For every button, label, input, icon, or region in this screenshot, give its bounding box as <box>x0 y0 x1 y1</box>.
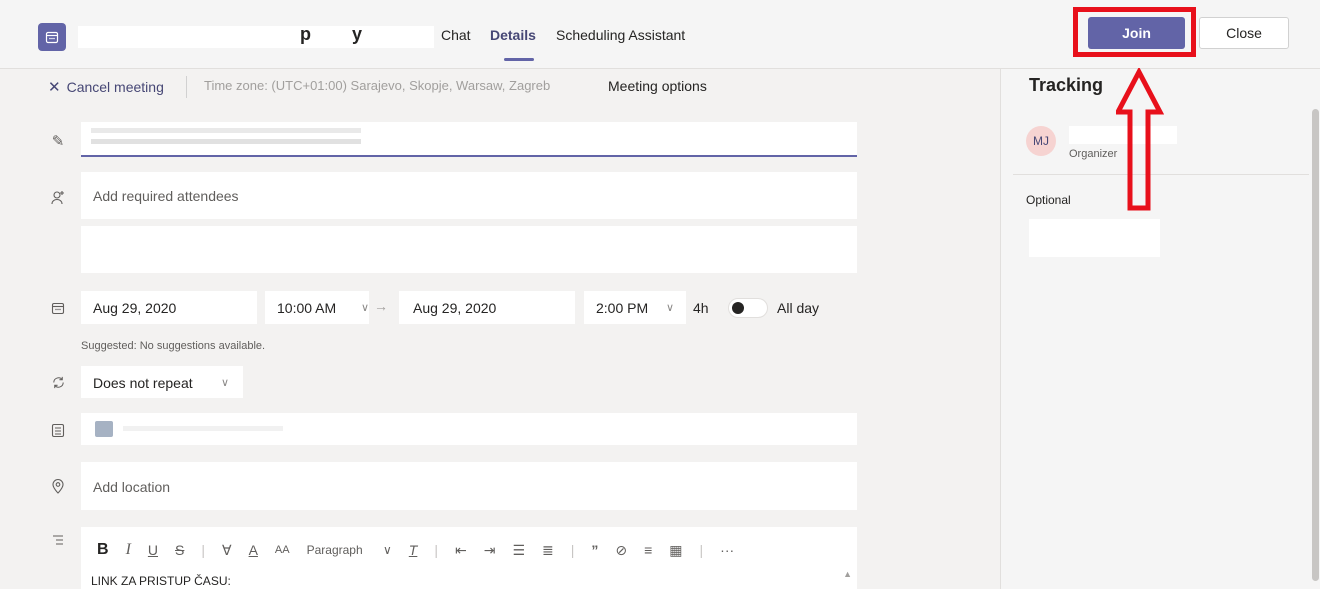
add-person-icon <box>48 188 68 208</box>
avatar[interactable]: MJ <box>1026 126 1056 156</box>
align-icon[interactable]: ≡ <box>644 542 652 558</box>
quote-icon[interactable]: ” <box>591 542 598 558</box>
bold-icon[interactable]: B <box>97 541 109 559</box>
underline-icon[interactable]: U <box>148 542 158 558</box>
scroll-up-icon[interactable]: ▲ <box>843 569 852 579</box>
optional-attendee-redacted <box>1029 219 1160 257</box>
calendar-icon <box>38 23 66 51</box>
repeat-value: Does not repeat <box>93 375 193 391</box>
duration-label: 4h <box>693 300 709 316</box>
end-time-picker[interactable]: 2:00 PM ∨ <box>584 291 686 324</box>
description-text: LINK ZA PRISTUP ČASU: <box>91 574 231 588</box>
end-time: 2:00 PM <box>596 300 649 316</box>
indent-icon[interactable]: ⇥ <box>484 542 496 559</box>
pencil-icon: ✎ <box>51 133 65 150</box>
start-date-picker[interactable]: Aug 29, 2020 <box>81 291 257 324</box>
annotation-arrow <box>1116 68 1164 211</box>
attendees-placeholder: Add required attendees <box>93 188 239 204</box>
cancel-meeting-button[interactable]: ✕ Cancel meeting <box>48 78 164 96</box>
description-icon <box>48 530 68 550</box>
title-redacted-line <box>91 139 361 144</box>
channel-redacted-line <box>123 426 283 431</box>
repeat-icon <box>48 372 68 392</box>
optional-label: Optional <box>1026 193 1071 207</box>
tab-scheduling-assistant[interactable]: Scheduling Assistant <box>556 27 685 43</box>
location-input[interactable]: Add location <box>81 462 857 510</box>
clear-format-icon[interactable]: T <box>409 542 418 558</box>
table-icon[interactable]: ▦ <box>669 542 682 559</box>
tracking-title: Tracking <box>1029 75 1104 95</box>
action-toolbar: ✕ Cancel meeting Time zone: (UTC+01:00) S… <box>0 69 1000 106</box>
rich-text-editor[interactable]: B I U S | ∀ A AA Paragraph ∨ T | ⇤ ⇥ ☰ ≣… <box>81 527 857 589</box>
optional-attendees-input[interactable] <box>81 226 857 273</box>
team-avatar <box>95 421 113 437</box>
suggestions-text: Suggested: No suggestions available. <box>81 340 266 352</box>
top-bar: p y Chat Details Scheduling Assistant Jo… <box>0 0 1320 69</box>
end-date: Aug 29, 2020 <box>413 300 497 316</box>
start-date: Aug 29, 2020 <box>93 300 177 316</box>
title-redacted-line <box>91 128 361 133</box>
font-color-icon[interactable]: A <box>249 542 258 558</box>
tab-chat[interactable]: Chat <box>441 27 471 43</box>
chevron-down-icon: ∨ <box>361 302 370 314</box>
channel-icon <box>48 420 68 440</box>
meeting-title-redacted <box>78 26 434 48</box>
end-date-picker[interactable]: Aug 29, 2020 <box>399 291 575 324</box>
cancel-meeting-label: Cancel meeting <box>66 79 164 95</box>
toggle-knob <box>732 302 744 314</box>
more-options-icon[interactable]: ··· <box>720 542 734 558</box>
repeat-dropdown[interactable]: Does not repeat ∨ <box>81 366 243 398</box>
arrow-right-icon: → <box>374 298 388 314</box>
strikethrough-icon[interactable]: S <box>175 542 184 558</box>
all-day-label: All day <box>777 300 820 316</box>
paragraph-dropdown[interactable]: Paragraph ∨ <box>307 543 392 557</box>
meeting-title-fragment: p y <box>300 24 381 44</box>
close-button[interactable]: Close <box>1199 17 1289 49</box>
chevron-down-icon: ∨ <box>666 302 675 314</box>
location-placeholder: Add location <box>93 479 171 495</box>
italic-icon[interactable]: I <box>126 541 131 559</box>
toolbar-separator: | <box>699 542 704 558</box>
font-size-icon[interactable]: AA <box>275 544 290 556</box>
organizer-role: Organizer <box>1069 148 1118 160</box>
channel-input[interactable] <box>81 413 857 445</box>
title-input[interactable] <box>81 122 857 157</box>
panel-scrollbar[interactable] <box>1312 109 1319 581</box>
toolbar-divider <box>186 76 187 98</box>
outdent-icon[interactable]: ⇤ <box>455 542 467 559</box>
toolbar-separator: | <box>201 542 205 558</box>
chevron-down-icon: ∨ <box>221 377 230 389</box>
calendar-icon <box>48 298 68 318</box>
bullet-list-icon[interactable]: ☰ <box>512 542 525 559</box>
start-time-picker[interactable]: 10:00 AM ∨ <box>265 291 369 324</box>
toolbar-separator: | <box>434 542 438 558</box>
location-pin-icon <box>48 476 68 496</box>
formatting-toolbar: B I U S | ∀ A AA Paragraph ∨ T | ⇤ ⇥ ☰ ≣… <box>97 541 751 559</box>
paragraph-label: Paragraph <box>306 543 363 557</box>
tab-details[interactable]: Details <box>490 27 536 43</box>
close-icon: ✕ <box>48 79 61 96</box>
join-highlight-box <box>1073 7 1196 57</box>
numbered-list-icon[interactable]: ≣ <box>542 542 554 559</box>
highlight-icon[interactable]: ∀ <box>222 542 232 559</box>
tab-details-underline <box>504 58 534 61</box>
toolbar-separator: | <box>570 542 575 558</box>
required-attendees-input[interactable]: Add required attendees <box>81 172 857 219</box>
all-day-toggle[interactable] <box>728 298 768 318</box>
link-icon[interactable]: ⊘ <box>615 542 627 559</box>
timezone-selector[interactable]: Time zone: (UTC+01:00) Sarajevo, Skopje,… <box>204 78 550 93</box>
meeting-options-link[interactable]: Meeting options <box>608 78 707 94</box>
start-time: 10:00 AM <box>277 300 337 316</box>
